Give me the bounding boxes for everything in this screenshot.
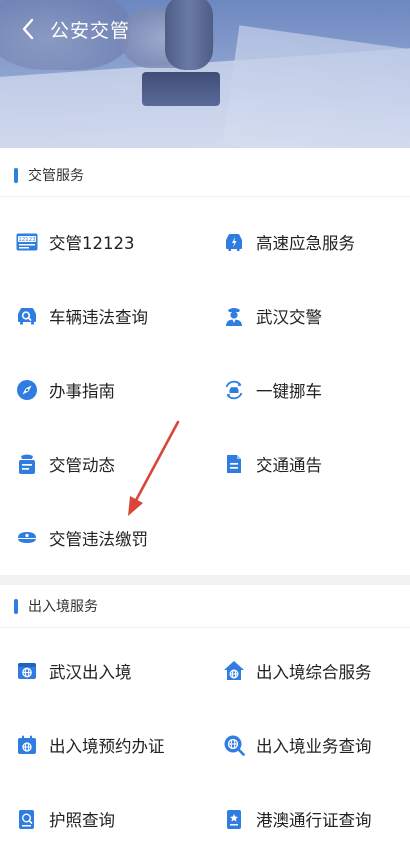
service-item-violation-fine-payment[interactable]: 交管违法缴罚	[0, 501, 205, 575]
service-label: 武汉出入境	[49, 663, 132, 682]
police-news-icon	[16, 453, 38, 475]
service-label: 护照查询	[49, 811, 115, 830]
globe-card-icon	[16, 660, 38, 682]
back-button[interactable]	[6, 7, 50, 51]
service-item-jiaoguan-12123[interactable]: 12123 交管12123	[0, 205, 205, 279]
service-item-wuhan-traffic-police[interactable]: 武汉交警	[205, 279, 410, 353]
service-label: 车辆违法查询	[49, 308, 148, 327]
service-item-service-guide[interactable]: 办事指南	[0, 353, 205, 427]
service-label: 交管12123	[49, 234, 135, 253]
service-item-passport-query[interactable]: 护照查询	[0, 782, 205, 856]
chevron-left-icon	[22, 18, 34, 40]
service-item-hk-macau-permit-query[interactable]: 港澳通行证查询	[205, 782, 410, 856]
traffic-services-grid: 12123 交管12123 高速应急服务 车辆违法查询 武汉交警 办事指南 一键…	[0, 197, 410, 575]
passport-search-icon	[16, 808, 38, 830]
service-item-highway-emergency[interactable]: 高速应急服务	[205, 205, 410, 279]
car-move-icon	[223, 379, 245, 401]
section-accent-bar	[14, 598, 18, 614]
car-search-icon	[16, 305, 38, 327]
section-header-exit-entry: 出入境服务	[0, 585, 410, 627]
service-label: 办事指南	[49, 382, 115, 401]
section-header-traffic: 交管服务	[0, 154, 410, 196]
car-emergency-icon	[223, 231, 245, 253]
12123-badge-icon: 12123	[16, 231, 38, 253]
exit-entry-services-grid: 武汉出入境 出入境综合服务 出入境预约办证 出入境业务查询 护照查询 港澳通行证…	[0, 628, 410, 856]
police-cap-icon	[16, 527, 38, 549]
section-accent-bar	[14, 167, 18, 183]
service-label: 高速应急服务	[256, 234, 355, 253]
compass-icon	[16, 379, 38, 401]
calendar-globe-icon	[16, 734, 38, 756]
section-gap	[0, 575, 410, 585]
content-area: 交管服务 12123 交管12123 高速应急服务 车辆违法查询 武汉交警 办事…	[0, 148, 410, 856]
service-item-exit-entry-appointment[interactable]: 出入境预约办证	[0, 708, 205, 782]
page-title: 公安交管	[50, 19, 131, 42]
service-label: 出入境预约办证	[49, 737, 165, 756]
service-label: 交管违法缴罚	[49, 530, 148, 549]
service-label: 交通通告	[256, 456, 322, 475]
service-item-traffic-notice[interactable]: 交通通告	[205, 427, 410, 501]
section-title: 出入境服务	[28, 599, 98, 615]
service-item-exit-entry-comprehensive[interactable]: 出入境综合服务	[205, 634, 410, 708]
service-item-exit-entry-business-query[interactable]: 出入境业务查询	[205, 708, 410, 782]
service-item-vehicle-violation-query[interactable]: 车辆违法查询	[0, 279, 205, 353]
service-label: 一键挪车	[256, 382, 322, 401]
section-title: 交管服务	[28, 168, 84, 184]
globe-search-icon	[223, 734, 245, 756]
service-label: 出入境业务查询	[256, 737, 372, 756]
banner-stamp-base	[142, 72, 220, 106]
svg-text:12123: 12123	[18, 237, 35, 243]
service-item-one-click-move-car[interactable]: 一键挪车	[205, 353, 410, 427]
police-officer-icon	[223, 305, 245, 327]
service-item-wuhan-exit-entry[interactable]: 武汉出入境	[0, 634, 205, 708]
notice-document-icon	[223, 453, 245, 475]
globe-house-icon	[223, 660, 245, 682]
top-bar: 公安交管	[0, 0, 410, 58]
service-label: 港澳通行证查询	[256, 811, 372, 830]
service-label: 武汉交警	[256, 308, 322, 327]
permit-document-icon	[223, 808, 245, 830]
service-label: 出入境综合服务	[256, 663, 372, 682]
service-label: 交管动态	[49, 456, 115, 475]
service-item-traffic-news[interactable]: 交管动态	[0, 427, 205, 501]
